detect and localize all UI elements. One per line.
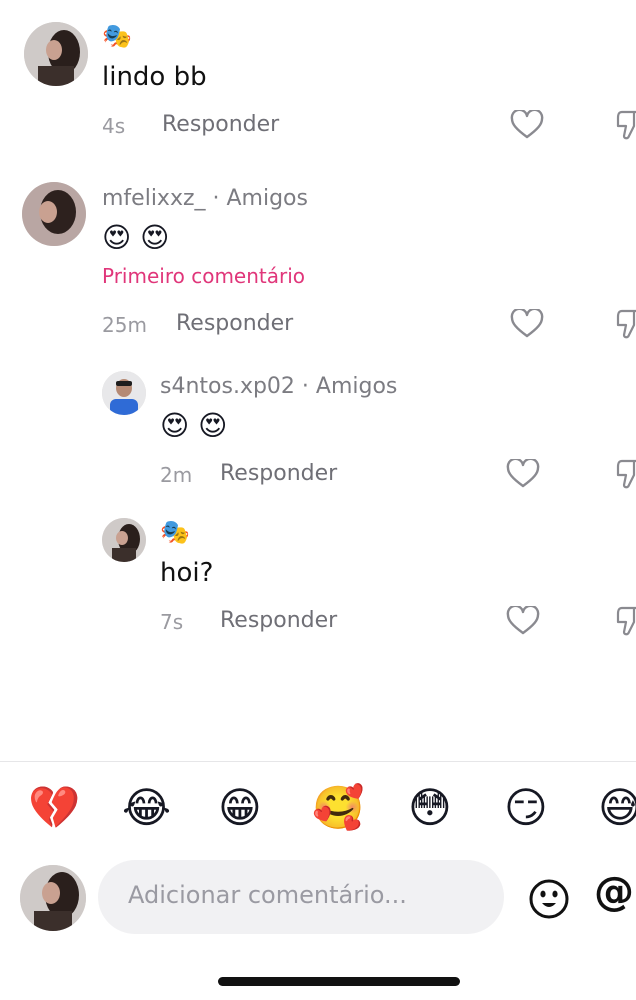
heart-icon[interactable] — [510, 309, 544, 339]
comment-time: 2m — [160, 463, 193, 487]
mask-badge-icon: 🎭 — [160, 518, 190, 546]
thumbs-down-icon[interactable] — [614, 110, 636, 142]
quick-emoji-flushed[interactable]: 😳 — [408, 787, 452, 829]
comment-text: 😍 😍 — [160, 409, 228, 442]
avatar[interactable] — [22, 182, 86, 246]
heart-icon[interactable] — [506, 459, 540, 489]
avatar[interactable] — [102, 371, 146, 415]
quick-emoji-grinning[interactable]: 😁 — [218, 787, 262, 829]
reply-button[interactable]: Responder — [220, 461, 337, 486]
comment-input[interactable]: Adicionar comentário... — [98, 860, 504, 934]
thumbs-down-icon[interactable] — [614, 606, 636, 638]
current-user-avatar — [20, 865, 86, 931]
comment-text: lindo bb — [102, 62, 207, 92]
comment-username[interactable]: mfelixxz_ · Amigos — [102, 186, 308, 211]
avatar[interactable] — [24, 22, 88, 86]
mask-badge-icon: 🎭 — [102, 22, 132, 50]
comment-time: 25m — [102, 313, 147, 337]
comment-input-placeholder: Adicionar comentário... — [128, 881, 407, 909]
divider — [0, 761, 636, 762]
comment-text: hoi? — [160, 558, 214, 588]
reply-button[interactable]: Responder — [220, 608, 337, 633]
thumbs-down-icon[interactable] — [614, 459, 636, 491]
quick-emoji-smiling-hearts[interactable]: 🥰 — [312, 787, 364, 829]
first-comment-tag: Primeiro comentário — [102, 264, 306, 288]
heart-icon[interactable] — [510, 110, 544, 140]
reply-button[interactable]: Responder — [162, 112, 279, 137]
quick-emoji-laughing[interactable]: 😂 — [122, 787, 171, 829]
heart-icon[interactable] — [506, 606, 540, 636]
comment-text: 😍 😍 — [102, 221, 170, 254]
quick-emoji-smirk[interactable]: 😏 — [504, 787, 548, 829]
avatar[interactable] — [102, 518, 146, 562]
comment-time: 4s — [102, 114, 126, 138]
comment-username[interactable]: s4ntos.xp02 · Amigos — [160, 374, 397, 399]
quick-emoji-sweat-smile[interactable]: 😅 — [598, 787, 636, 829]
reply-button[interactable]: Responder — [176, 311, 293, 336]
comment-time: 7s — [160, 610, 184, 634]
smiley-face-icon[interactable] — [528, 878, 570, 920]
thumbs-down-icon[interactable] — [614, 309, 636, 341]
home-indicator — [218, 977, 460, 986]
mention-button[interactable]: @ — [594, 872, 634, 912]
quick-emoji-broken-heart[interactable]: 💔 — [28, 787, 80, 829]
comments-screen: 🎭 lindo bb 4s Responder mfelixxz_ · Amig… — [0, 0, 636, 1000]
